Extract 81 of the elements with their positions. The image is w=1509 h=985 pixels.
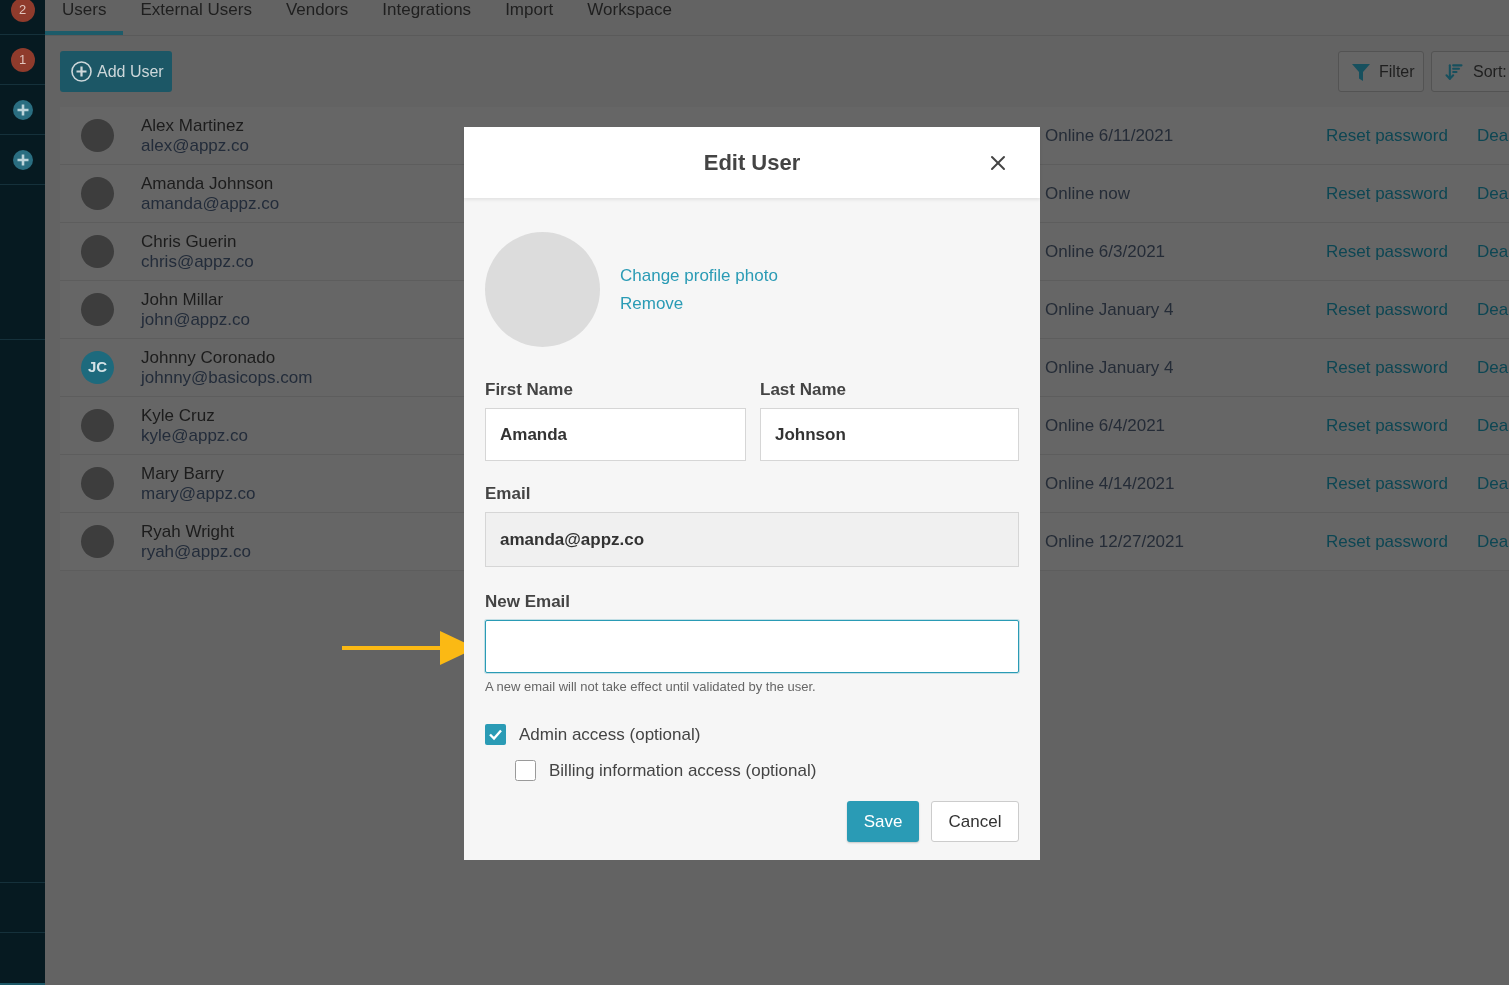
row-action-link[interactable]: Dea (1477, 470, 1509, 497)
sort-icon (1444, 61, 1464, 82)
row-action-link[interactable]: Dea (1477, 412, 1509, 439)
user-name: Alex Martinez (141, 115, 244, 136)
avatar-placeholder (81, 467, 114, 500)
reset-password-link[interactable]: Reset password (1326, 357, 1448, 377)
user-email: chris@appz.co (141, 251, 254, 272)
dialog-title: Edit User (703, 149, 801, 177)
add-icon[interactable] (12, 99, 33, 120)
reset-password-link[interactable]: Reset password (1326, 473, 1448, 493)
field-label: New Email (485, 592, 571, 612)
checkbox-label: Admin access (optional) (519, 724, 701, 745)
user-status: Online 12/27/2021 (1045, 531, 1184, 551)
user-name: Mary Barry (141, 463, 225, 484)
plus-circle-icon (71, 61, 92, 82)
avatar-placeholder (81, 409, 114, 442)
field-label: Last Name (760, 380, 846, 400)
user-status: Online January 4 (1045, 299, 1174, 319)
avatar-placeholder (81, 177, 114, 210)
tab[interactable]: Users (45, 0, 124, 35)
avatar-placeholder (81, 119, 114, 152)
tab[interactable]: Import (488, 0, 571, 35)
add-user-button[interactable]: Add User (60, 51, 172, 92)
tab[interactable]: Integrations (365, 0, 489, 35)
field-hint: A new email will not take effect until validated by the user. (485, 679, 816, 695)
avatar-placeholder (81, 525, 114, 558)
user-name: Kyle Cruz (141, 405, 215, 426)
tab[interactable]: Vendors (268, 0, 366, 35)
reset-password-link[interactable]: Reset password (1326, 125, 1448, 145)
user-status: Online 6/4/2021 (1045, 415, 1166, 435)
user-status: Online 6/3/2021 (1045, 241, 1166, 261)
user-email: johnny@basicops.com (141, 367, 313, 388)
row-action-link[interactable]: Dea (1477, 354, 1509, 381)
user-email: amanda@appz.co (141, 193, 280, 214)
checkbox[interactable] (515, 760, 536, 781)
row-action-link[interactable]: Dea (1477, 180, 1509, 207)
cancel-button[interactable]: Cancel (931, 801, 1019, 842)
user-email: ryah@appz.co (141, 541, 251, 562)
user-email: kyle@appz.co (141, 425, 249, 446)
notification-badge[interactable]: 2 (10, 0, 35, 22)
row-action-link[interactable]: Dea (1477, 296, 1509, 323)
user-name: Johnny Coronado (141, 347, 276, 368)
text-field[interactable]: Amanda (485, 408, 746, 461)
field-label: Email (485, 484, 531, 504)
user-name: Ryah Wright (141, 521, 235, 542)
checkbox[interactable] (485, 724, 506, 745)
user-status: Online now (1045, 183, 1131, 203)
avatar-initials: JC (81, 351, 114, 384)
reset-password-link[interactable]: Reset password (1326, 241, 1448, 261)
user-email: john@appz.co (141, 309, 250, 330)
notification-badge[interactable]: 1 (10, 47, 35, 72)
user-status: Online 4/14/2021 (1045, 473, 1175, 493)
reset-password-link[interactable]: Reset password (1326, 183, 1448, 203)
reset-password-link[interactable]: Reset password (1326, 531, 1448, 551)
row-action-link[interactable]: Dea (1477, 122, 1509, 149)
user-status: Online 6/11/2021 (1045, 125, 1174, 145)
avatar-placeholder (81, 293, 114, 326)
user-email: alex@appz.co (141, 135, 249, 156)
filter-icon (1351, 61, 1371, 82)
row-action-link[interactable]: Dea (1477, 238, 1509, 265)
save-button[interactable]: Save (847, 801, 919, 842)
avatar-placeholder (81, 235, 114, 268)
row-action-link[interactable]: Dea (1477, 528, 1509, 555)
user-name: Amanda Johnson (141, 173, 274, 194)
checkbox-label: Billing information access (optional) (549, 760, 817, 781)
reset-password-link[interactable]: Reset password (1326, 415, 1448, 435)
user-status: Online January 4 (1045, 357, 1174, 377)
field-label: First Name (485, 380, 573, 400)
add-icon[interactable] (12, 149, 33, 170)
user-name: John Millar (141, 289, 224, 310)
text-field[interactable]: Johnson (760, 408, 1019, 461)
user-email: mary@appz.co (141, 483, 256, 504)
user-name: Chris Guerin (141, 231, 237, 252)
tab[interactable]: Workspace (570, 0, 690, 35)
reset-password-link[interactable]: Reset password (1326, 299, 1448, 319)
tab[interactable]: External Users (123, 0, 269, 35)
remove-photo-link[interactable]: Remove (620, 289, 684, 318)
new-email-field[interactable] (485, 620, 1019, 673)
change-photo-link[interactable]: Change profile photo (620, 261, 778, 290)
sort-button[interactable]: Sort: (1431, 51, 1509, 92)
filter-button[interactable]: Filter (1338, 51, 1424, 92)
